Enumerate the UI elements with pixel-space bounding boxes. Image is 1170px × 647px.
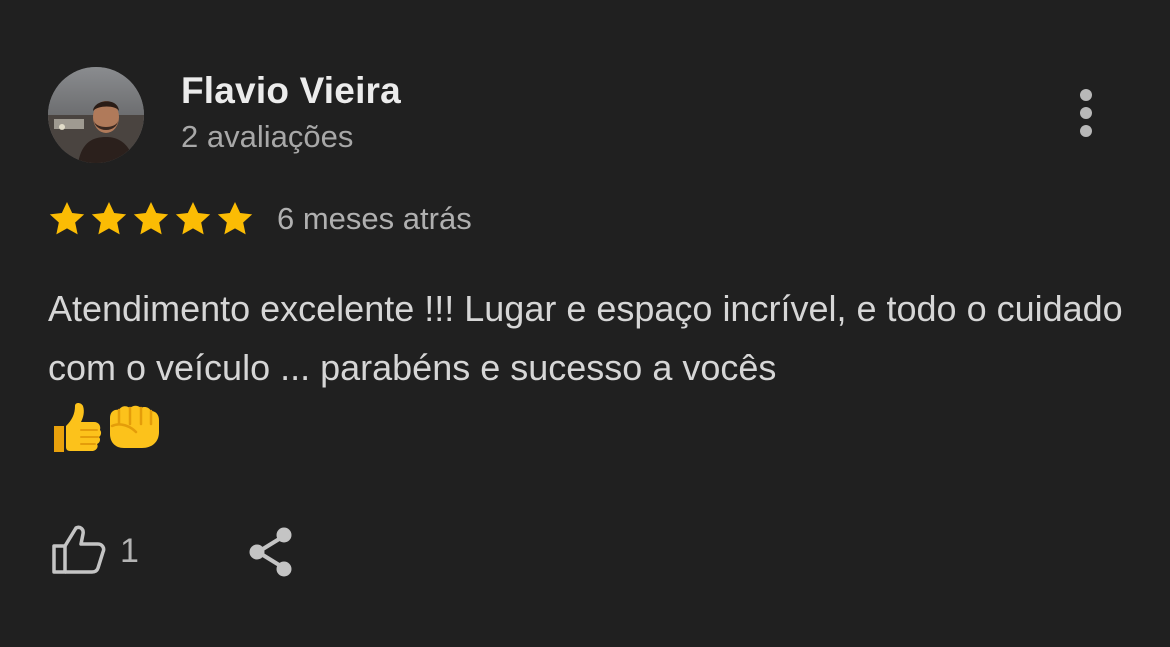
- thumbs-up-icon: [52, 525, 106, 574]
- share-icon: [249, 527, 292, 577]
- oncoming-fist-emoji: [110, 405, 159, 448]
- more-options-button[interactable]: [1064, 84, 1108, 144]
- review-text: Atendimento excelente !!! Lugar e espaço…: [48, 288, 1123, 388]
- reviewer-review-count[interactable]: 2 avaliações: [181, 119, 353, 155]
- star-icon: [91, 202, 127, 235]
- star-icon: [133, 202, 169, 235]
- thumbs-up-emoji: [54, 403, 102, 452]
- share-button[interactable]: [244, 524, 300, 580]
- reviewer-avatar[interactable]: [48, 67, 144, 163]
- star-rating: [47, 199, 255, 239]
- review-emojis: [48, 400, 162, 456]
- review-card: Flavio Vieira 2 avaliações 6 meses atrás…: [0, 0, 1170, 647]
- star-icon: [175, 202, 211, 235]
- more-vertical-icon: [1080, 89, 1092, 137]
- star-icon: [49, 202, 85, 235]
- star-icon: [217, 202, 253, 235]
- reviewer-name[interactable]: Flavio Vieira: [181, 70, 401, 112]
- review-time: 6 meses atrás: [277, 201, 472, 236]
- avatar-photo: [48, 67, 144, 163]
- like-count: 1: [120, 532, 139, 570]
- like-button[interactable]: [50, 522, 106, 578]
